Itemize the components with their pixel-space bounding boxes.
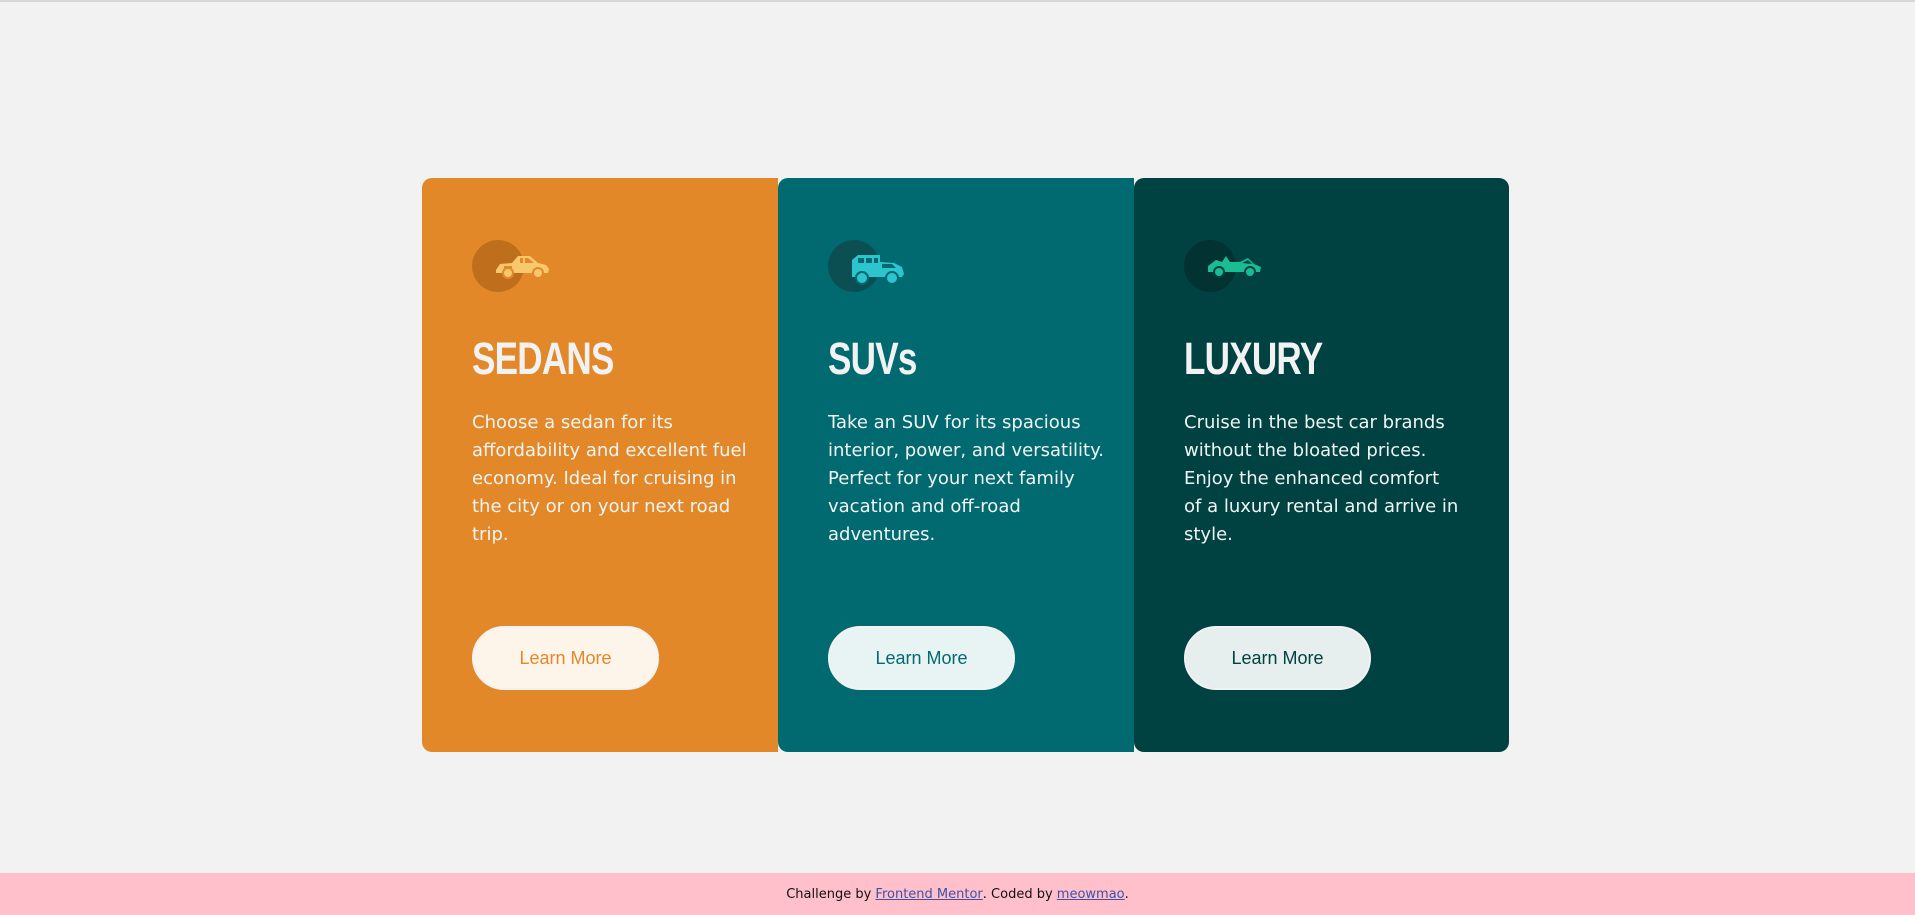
sedan-car-icon	[472, 240, 562, 292]
card-description: Cruise in the best car brands without th…	[1184, 412, 1459, 545]
frontend-mentor-link[interactable]: Frontend Mentor	[875, 887, 982, 902]
card-sedans: SEDANS Choose a sedan for its affordabil…	[422, 178, 778, 752]
suv-car-icon	[828, 240, 918, 292]
luxury-car-icon	[1184, 240, 1274, 292]
card-description: Take an SUV for its spacious interior, p…	[828, 412, 1104, 545]
card-description: Choose a sedan for its affordability and…	[472, 412, 747, 545]
card-suvs: SUVs Take an SUV for its spacious interi…	[778, 178, 1134, 752]
learn-more-button[interactable]: Learn More	[828, 626, 1015, 690]
footer-suffix: .	[1124, 886, 1129, 902]
learn-more-button[interactable]: Learn More	[1184, 626, 1371, 690]
card-group: SEDANS Choose a sedan for its affordabil…	[422, 178, 1509, 752]
card-title: LUXURY	[1184, 333, 1323, 384]
top-divider	[0, 0, 1915, 2]
footer-middle: . Coded by	[982, 886, 1053, 902]
card-title: SUVs	[828, 333, 917, 384]
attribution-footer: Challenge by Frontend Mentor. Coded by m…	[0, 873, 1915, 915]
author-link[interactable]: meowmao	[1057, 887, 1125, 902]
footer-prefix: Challenge by	[786, 886, 872, 902]
card-title: SEDANS	[472, 333, 614, 384]
learn-more-button[interactable]: Learn More	[472, 626, 659, 690]
card-luxury: LUXURY Cruise in the best car brands wit…	[1134, 178, 1509, 752]
